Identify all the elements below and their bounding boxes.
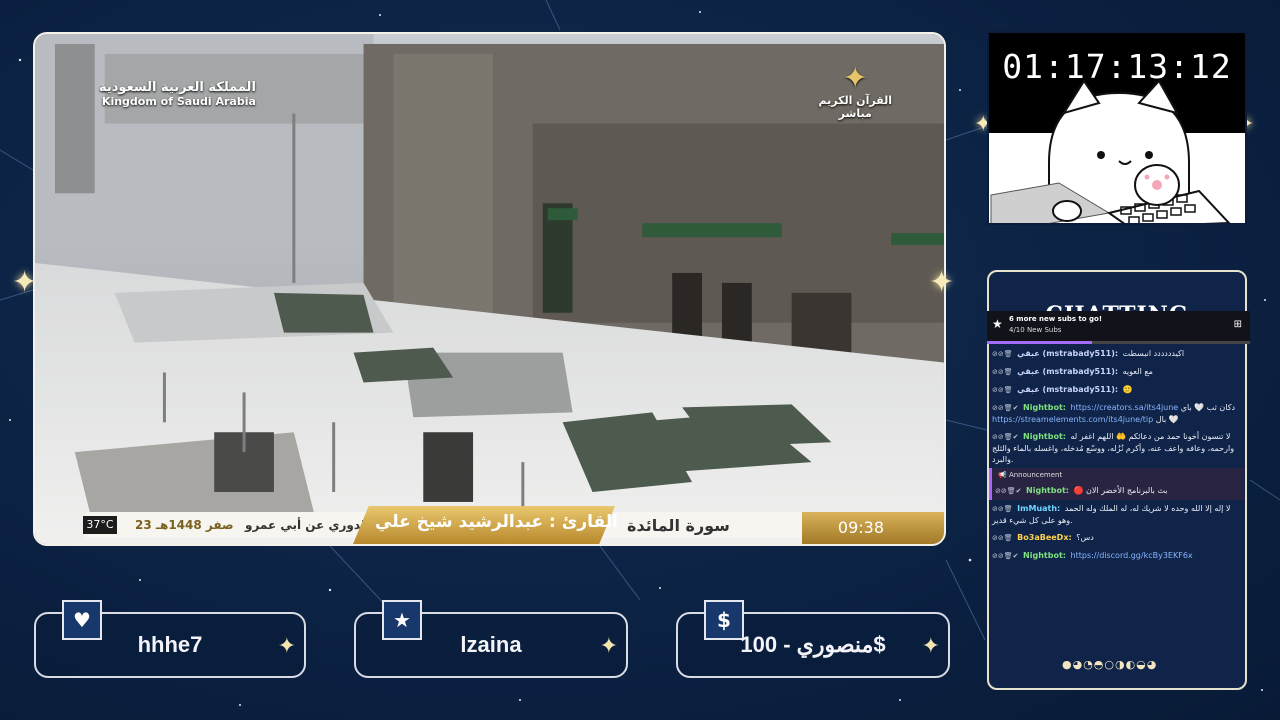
- chat-username[interactable]: عبقي (mstrabady511):: [1017, 349, 1118, 358]
- sparkle-icon: ✦: [921, 634, 940, 659]
- goal-star-icon: ★: [992, 317, 1003, 331]
- sparkle-icon: ✦: [12, 265, 38, 300]
- palm-emblem-icon: ✦: [842, 61, 868, 96]
- webcam-timer-box: 01:17:13:12: [987, 31, 1247, 225]
- latest-follower-name: hhhe7: [137, 632, 203, 657]
- mod-action-icons[interactable]: ⊘⊘🗑✔: [995, 487, 1021, 495]
- chat-username[interactable]: عبقي (mstrabady511):: [1017, 367, 1118, 376]
- chat-message: ⊘⊘🗑✔ Nightbot: https://creators.sa/its4j…: [989, 399, 1244, 428]
- chat-text: بال 🤍: [1155, 415, 1179, 424]
- reader-name: القارئ : عبدالرشيد شيخ علي: [375, 512, 618, 532]
- live-label: مباشر: [838, 107, 872, 120]
- latest-subscriber-name: lzaina: [460, 632, 522, 657]
- temperature: 37°C: [83, 516, 117, 534]
- sub-goal-title: 6 more new subs to go!: [1009, 315, 1103, 323]
- quran-channel-name: القرآن الكريم: [818, 94, 892, 107]
- chat-message: ⊘⊘🗑 Bo3aBeeDx: دس؟: [989, 529, 1244, 547]
- lower-third-bar: 37°C 23 صفر 1448هـ رواية الدوري عن أبي ع…: [35, 506, 944, 544]
- ksa-channel-logo: المملكة العربية السعودية Kingdom of Saud…: [99, 80, 256, 108]
- chat-message: ⊘⊘🗑 ImMuath: لا إله إلا الله وحده لا شري…: [989, 500, 1244, 529]
- mod-action-icons[interactable]: ⊘⊘🗑✔: [992, 552, 1018, 560]
- chat-text: دكان ثب 🤍 باي: [1180, 403, 1236, 412]
- gift-icon[interactable]: ⊞: [1234, 319, 1242, 330]
- ksa-name-arabic: المملكة العربية السعودية: [99, 80, 256, 95]
- chat-username[interactable]: Nightbot:: [1023, 432, 1066, 441]
- latest-donation-text: منصوري - 100$: [740, 632, 886, 657]
- announcement-header: 📢 Announcement: [989, 468, 1244, 482]
- chat-username[interactable]: Nightbot:: [1026, 486, 1069, 495]
- sub-goal-count: 4/10 New Subs: [1009, 326, 1062, 334]
- chat-username[interactable]: Bo3aBeeDx:: [1017, 533, 1072, 542]
- chat-message: ⊘⊘🗑 عبقي (mstrabady511): مع العويه: [989, 363, 1244, 381]
- moon-phase-ornament: ●◕◔◓○◑◐◒◕: [1062, 658, 1158, 671]
- quran-channel-logo: ✦ القرآن الكريم مباشر: [818, 61, 892, 121]
- chat-username[interactable]: عبقي (mstrabady511):: [1017, 385, 1118, 394]
- mod-action-icons[interactable]: ⊘⊘🗑: [992, 534, 1013, 542]
- chat-text: اكيدددددد انبسطت: [1122, 349, 1185, 358]
- mod-action-icons[interactable]: ⊘⊘🗑✔: [992, 404, 1018, 412]
- chat-message: ⊘⊘🗑✔ Nightbot: لا تنسون أخونا حمد من دعا…: [989, 428, 1244, 468]
- chat-text: 🔴 بث بالبرنامج الأخضر الان: [1073, 486, 1168, 495]
- chat-link[interactable]: https://discord.gg/kcBy3EKF6x: [1071, 551, 1193, 560]
- chat-message: ⊘⊘🗑✔ Nightbot: https://discord.gg/kcBy3E…: [989, 547, 1244, 565]
- sparkle-icon: ✦: [599, 634, 618, 659]
- ksa-name-english: Kingdom of Saudi Arabia: [101, 95, 256, 108]
- megaphone-icon: 📢: [998, 471, 1007, 479]
- hijri-date: 23 صفر 1448هـ: [135, 518, 234, 532]
- sub-goal-widget: ★ 6 more new subs to go! 4/10 New Subs ⊞: [987, 311, 1250, 344]
- latest-follower-card: ♥ hhhe7 ✦: [34, 600, 306, 678]
- chat-text: دس؟: [1076, 533, 1094, 542]
- chat-message: ⊘⊘🗑 عبقي (mstrabady511): اكيدددددد انبسط…: [989, 345, 1244, 363]
- chat-link[interactable]: https://streamelements.com/its4june/tip: [992, 415, 1153, 424]
- bongo-cat-illustration: [990, 79, 1231, 223]
- surah-name: سورة المائدة: [627, 516, 730, 535]
- latest-donation-card: $ منصوري - 100$ ✦: [676, 600, 950, 678]
- chat-username[interactable]: Nightbot:: [1023, 551, 1066, 560]
- chat-text: 🙂: [1122, 385, 1133, 394]
- sparkle-icon: ✦: [277, 634, 296, 659]
- clock-time: 09:38: [837, 518, 884, 537]
- chat-message: ⊘⊘🗑 عبقي (mstrabady511): 🙂: [989, 381, 1244, 399]
- sparkle-icon: ✦: [929, 265, 955, 300]
- live-video-frame: المملكة العربية السعودية Kingdom of Saud…: [33, 32, 946, 546]
- mod-action-icons[interactable]: ⊘⊘🗑: [992, 368, 1013, 376]
- mod-action-icons[interactable]: ⊘⊘🗑✔: [992, 433, 1018, 441]
- chat-text: مع العويه: [1122, 367, 1153, 376]
- announcement-label: Announcement: [1008, 471, 1063, 479]
- chat-message-list[interactable]: ⊘⊘🗑 عبقي (mstrabady511): اكيدددددد انبسط…: [989, 345, 1244, 645]
- announcement-message: ⊘⊘🗑✔ Nightbot: 🔴 بث بالبرنامج الأخضر الا…: [989, 482, 1244, 500]
- mod-action-icons[interactable]: ⊘⊘🗑: [992, 350, 1013, 358]
- chat-username[interactable]: ImMuath:: [1017, 504, 1060, 513]
- chat-link[interactable]: https://creators.sa/its4june: [1071, 403, 1179, 412]
- mod-action-icons[interactable]: ⊘⊘🗑: [992, 505, 1013, 513]
- mecca-camera-feed: [35, 34, 944, 544]
- sub-goal-progress-bar: [987, 341, 1093, 344]
- mod-action-icons[interactable]: ⊘⊘🗑: [992, 386, 1013, 394]
- latest-subscriber-card: ★ lzaina ✦: [354, 600, 628, 678]
- chat-username[interactable]: Nightbot:: [1023, 403, 1066, 412]
